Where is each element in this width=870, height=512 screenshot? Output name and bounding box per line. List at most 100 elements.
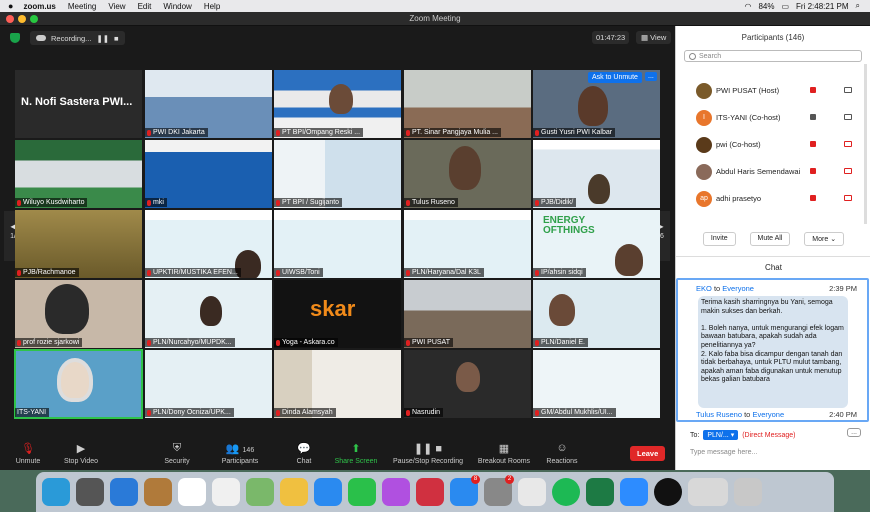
participant-list-scrollbar[interactable] bbox=[864, 64, 867, 224]
video-tile[interactable]: Dinda Alamsyah bbox=[274, 350, 401, 418]
chat-more-button[interactable]: ... bbox=[847, 428, 861, 437]
participant-search-input[interactable]: Search bbox=[684, 50, 862, 62]
tile-more-button[interactable]: ... bbox=[645, 72, 657, 81]
pause-stop-icon: ❚❚ ■ bbox=[413, 443, 443, 455]
pause-stop-recording-button[interactable]: ❚❚ ■ Pause/Stop Recording bbox=[388, 438, 468, 470]
video-tile[interactable]: PT BPI/Ompang Reski ... bbox=[274, 70, 401, 138]
video-tile[interactable]: Nasrudin bbox=[404, 350, 531, 418]
chrome-icon[interactable] bbox=[518, 478, 546, 506]
apple-menu-icon[interactable]: ● bbox=[8, 1, 13, 11]
video-tile[interactable]: Tulus Ruseno bbox=[404, 140, 531, 208]
video-tile[interactable]: UIWSB/Toni bbox=[274, 210, 401, 278]
chat-bubble-icon: 💬 bbox=[297, 443, 311, 455]
menu-edit[interactable]: Edit bbox=[138, 2, 152, 11]
tile-label: PWI PUSAT bbox=[404, 338, 453, 347]
system-preferences-icon[interactable]: 2 bbox=[484, 475, 514, 506]
safari-icon[interactable] bbox=[110, 478, 138, 506]
stop-recording-icon[interactable]: ■ bbox=[114, 34, 119, 43]
participant-row-partial[interactable] bbox=[676, 64, 870, 77]
video-tile[interactable]: prof rozie sjarkowi bbox=[15, 280, 142, 348]
search-icon[interactable]: ⌕ bbox=[856, 1, 860, 11]
clock[interactable]: Fri 2:48:21 PM bbox=[796, 2, 848, 11]
video-tile[interactable]: PLN/Nurcahyo/MUPDK... bbox=[145, 280, 272, 348]
chat-messages[interactable]: EKO to Everyone 2:39 PM Terima kasih sha… bbox=[676, 278, 869, 422]
mute-all-button[interactable]: Mute All bbox=[749, 232, 791, 246]
ask-to-unmute-button[interactable]: Ask to Unmute bbox=[588, 72, 642, 83]
video-tile[interactable]: Wiluyo Kusdwiharto bbox=[15, 140, 142, 208]
battery-percent[interactable]: 84% bbox=[758, 2, 774, 11]
video-tile[interactable]: ENERGY OFTHINGS IP/ahsin sidqi bbox=[533, 210, 660, 278]
video-tile[interactable]: PJB/Didik/ bbox=[533, 140, 660, 208]
contacts-icon[interactable] bbox=[144, 478, 172, 506]
wifi-icon[interactable]: ◠ bbox=[744, 2, 751, 11]
participant-face bbox=[45, 284, 89, 334]
participant-row[interactable]: Abdul Haris Semendawai bbox=[676, 158, 870, 185]
minimize-window-button[interactable] bbox=[18, 15, 26, 23]
participant-row[interactable]: I ITS-YANI (Co-host) bbox=[676, 104, 870, 131]
video-tile[interactable]: mki bbox=[145, 140, 272, 208]
unmute-button[interactable]: 🎙 Unmute bbox=[10, 438, 46, 470]
video-tile-active-speaker[interactable]: ITS-YANI bbox=[14, 349, 143, 419]
excel-icon[interactable] bbox=[586, 478, 614, 506]
video-tile[interactable]: PLN/Dony Ocniza/UPK... bbox=[145, 350, 272, 418]
chat-button[interactable]: 💬 Chat bbox=[290, 438, 318, 470]
video-tile[interactable]: GM/Abdul Mukhlis/UI... bbox=[533, 350, 660, 418]
breakout-rooms-button[interactable]: ▦ Breakout Rooms bbox=[474, 438, 534, 470]
video-tile[interactable]: skar Yoga - Askara.co bbox=[274, 280, 401, 348]
video-tile[interactable]: UPKTIR/MUSTIKA EFEN... bbox=[145, 210, 272, 278]
trash-icon[interactable] bbox=[734, 478, 762, 506]
messages-icon[interactable] bbox=[314, 478, 342, 506]
video-tile[interactable]: PLN/Haryana/Dal K3L bbox=[404, 210, 531, 278]
participant-row[interactable]: ap adhi prasetyo bbox=[676, 185, 870, 212]
maps-icon[interactable] bbox=[246, 478, 274, 506]
video-tile[interactable]: N. Nofi Sastera PWI... bbox=[15, 70, 142, 138]
participants-button[interactable]: 👥 146 Participants bbox=[214, 438, 266, 470]
downloads-icon[interactable] bbox=[688, 478, 728, 506]
app-menu[interactable]: zoom.us bbox=[23, 2, 55, 11]
video-tile[interactable]: PT BPI / Sugijanto bbox=[274, 140, 401, 208]
security-button[interactable]: ⛨ Security bbox=[158, 438, 196, 470]
battery-icon[interactable]: ▭ bbox=[781, 2, 789, 11]
facetime-icon[interactable] bbox=[348, 478, 376, 506]
obs-icon[interactable] bbox=[654, 478, 682, 506]
video-tile[interactable]: PWI PUSAT bbox=[404, 280, 531, 348]
music-icon[interactable] bbox=[416, 478, 444, 506]
menu-window[interactable]: Window bbox=[163, 2, 191, 11]
chat-sender[interactable]: Tulus Ruseno bbox=[696, 410, 742, 419]
finder-icon[interactable] bbox=[42, 478, 70, 506]
menu-help[interactable]: Help bbox=[204, 2, 220, 11]
calendar-icon[interactable] bbox=[178, 478, 206, 506]
recipient-select[interactable]: PLN/... ▾ bbox=[703, 430, 739, 440]
zoom-icon[interactable] bbox=[620, 478, 648, 506]
chat-sender[interactable]: EKO bbox=[696, 284, 712, 293]
menu-meeting[interactable]: Meeting bbox=[68, 2, 96, 11]
more-button[interactable]: More ⌄ bbox=[804, 232, 845, 246]
view-button[interactable]: ▦ View bbox=[636, 31, 672, 44]
menu-view[interactable]: View bbox=[108, 2, 125, 11]
leave-button[interactable]: Leave bbox=[630, 446, 666, 461]
invite-button[interactable]: Invite bbox=[702, 232, 736, 246]
tile-label: PJB/Didik/ bbox=[533, 198, 577, 207]
reminders-icon[interactable] bbox=[212, 478, 240, 506]
video-tile[interactable]: PWI DKI Jakarta bbox=[145, 70, 272, 138]
reactions-button[interactable]: ☺ Reactions bbox=[542, 438, 582, 470]
pause-recording-icon[interactable]: ❚❚ bbox=[96, 34, 109, 43]
app-store-icon[interactable]: 8 bbox=[450, 475, 480, 506]
launchpad-icon[interactable] bbox=[76, 478, 104, 506]
participant-row[interactable]: PWI PUSAT (Host) bbox=[676, 77, 870, 104]
share-screen-button[interactable]: ⬆ Share Screen bbox=[330, 438, 382, 470]
video-tile[interactable]: PT. Sinar Pangjaya Mulia ... bbox=[404, 70, 531, 138]
stop-video-button[interactable]: ▶ Stop Video bbox=[58, 438, 104, 470]
video-tile[interactable]: Ask to Unmute ... Gusti Yusri PWI Kalbar bbox=[533, 70, 660, 138]
participant-row[interactable]: pwi (Co-host) bbox=[676, 131, 870, 158]
chat-recipient: Everyone bbox=[752, 410, 785, 419]
chat-message-input[interactable]: Type message here... bbox=[690, 449, 757, 456]
podcasts-icon[interactable] bbox=[382, 478, 410, 506]
video-tile[interactable]: PLN/Daniel E. bbox=[533, 280, 660, 348]
zoom-window-button[interactable] bbox=[30, 15, 38, 23]
close-window-button[interactable] bbox=[6, 15, 14, 23]
spotify-icon[interactable] bbox=[552, 478, 580, 506]
security-shield-icon[interactable] bbox=[10, 33, 20, 43]
video-tile[interactable]: PJB/Rachmanoe bbox=[15, 210, 142, 278]
photos-icon[interactable] bbox=[280, 478, 308, 506]
